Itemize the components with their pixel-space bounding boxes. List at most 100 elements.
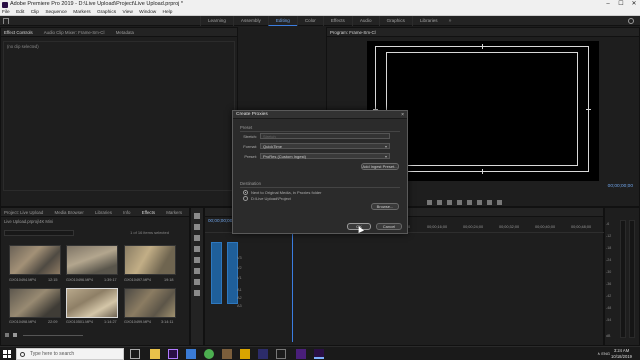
chrome-taskbar-icon[interactable] [204, 349, 214, 359]
tab-info[interactable]: Info [123, 210, 130, 215]
system-tray[interactable]: ∧ ENG [597, 351, 610, 356]
radio-next-to-original[interactable] [243, 190, 248, 195]
task-view-icon[interactable] [130, 349, 140, 359]
step-back-icon[interactable] [447, 200, 452, 205]
menu-sequence[interactable]: Sequence [45, 9, 67, 16]
ripple-edit-tool-icon[interactable] [194, 235, 200, 241]
clip-name: GX010499.MP4 [124, 320, 152, 324]
workspace-learning[interactable]: Learning [200, 16, 233, 26]
track-label-v3: V3 [237, 256, 242, 260]
mark-in-icon[interactable] [427, 200, 432, 205]
maximize-button[interactable]: ☐ [615, 0, 627, 9]
timeline-timecode[interactable]: 00;00;00;00 [208, 218, 232, 223]
dialog-close-icon[interactable]: × [401, 111, 404, 119]
workspace-editing[interactable]: Editing [267, 16, 297, 26]
export-frame-icon[interactable] [497, 200, 502, 205]
premiere-taskbar-icon[interactable] [168, 349, 178, 359]
app-taskbar-icon[interactable] [258, 349, 268, 359]
menu-window[interactable]: Window [139, 9, 156, 16]
tab-media-browser[interactable]: Media Browser [55, 210, 84, 215]
premiere-active-taskbar-icon[interactable] [314, 349, 324, 359]
app-taskbar-icon[interactable] [240, 349, 250, 359]
preset-label: Preset: [244, 154, 257, 159]
project-search-input[interactable] [4, 230, 74, 236]
mark-out-icon[interactable] [437, 200, 442, 205]
menu-help[interactable]: Help [163, 9, 173, 16]
menu-graphics[interactable]: Graphics [97, 9, 116, 16]
app-taskbar-icon[interactable] [222, 349, 232, 359]
clip-thumbnail[interactable] [9, 288, 61, 318]
track-label-a3: A3 [237, 304, 242, 308]
browse-button[interactable]: Browse... [371, 203, 399, 210]
menu-file[interactable]: File [2, 9, 10, 16]
tab-libraries[interactable]: Libraries [95, 210, 112, 215]
minimize-button[interactable]: – [602, 0, 614, 9]
tab-audio-clip-mixer[interactable]: Audio Clip Mixer: Frame-Sm-Cl [44, 30, 105, 35]
zoom-slider[interactable] [23, 335, 83, 336]
stretch-dropdown: Stretch [260, 133, 390, 139]
type-tool-icon[interactable] [194, 290, 200, 296]
clip-name: GX010496.MP4 [66, 278, 94, 282]
clip-name: GX010497.MP4 [124, 278, 152, 282]
play-icon[interactable] [457, 200, 462, 205]
ruler-label: 00;00;40;00 [535, 225, 556, 229]
pen-tool-icon[interactable] [194, 268, 200, 274]
windows-start-icon[interactable] [3, 350, 11, 358]
icon-view-icon[interactable] [13, 333, 17, 337]
hand-tool-icon[interactable] [194, 279, 200, 285]
workspace-libraries[interactable]: Libraries [411, 16, 445, 26]
menu-clip[interactable]: Clip [31, 9, 39, 16]
tab-project[interactable]: Project: Live Upload [4, 210, 43, 215]
cancel-button[interactable]: Cancel [376, 223, 402, 230]
list-view-icon[interactable] [5, 333, 9, 337]
extract-icon[interactable] [487, 200, 492, 205]
app-taskbar-icon[interactable] [186, 349, 196, 359]
file-explorer-icon[interactable] [150, 349, 160, 359]
clip-thumbnail-selected[interactable] [66, 288, 118, 318]
premiere-app-icon [2, 1, 8, 8]
preset-dropdown[interactable]: ProRes (Custom Ingest) ▾ [260, 153, 390, 159]
clip-thumbnail[interactable] [66, 245, 118, 275]
tab-program[interactable]: Program: Frame-Sm-Cl [330, 30, 376, 35]
tab-markers[interactable]: Markers [166, 210, 182, 215]
more-workspaces-icon[interactable]: » [445, 16, 456, 26]
workspace-effects[interactable]: Effects [322, 16, 352, 26]
home-icon[interactable] [3, 18, 9, 24]
title-safe-guide [386, 52, 578, 166]
selection-tool-icon[interactable] [194, 213, 200, 219]
track-select-tool-icon[interactable] [194, 224, 200, 230]
format-dropdown[interactable]: QuickTime ▾ [260, 143, 390, 149]
stretch-label: Stretch: [243, 134, 257, 139]
clip-thumbnail[interactable] [124, 245, 176, 275]
taskbar-search-input[interactable]: Type here to search [16, 348, 124, 360]
radio-custom-location[interactable] [243, 196, 248, 201]
playhead[interactable] [292, 222, 293, 342]
tab-metadata[interactable]: Metadata [116, 30, 134, 35]
menu-edit[interactable]: Edit [16, 9, 24, 16]
search-icon[interactable] [628, 18, 634, 24]
app-taskbar-icon[interactable] [276, 349, 286, 359]
lift-icon[interactable] [477, 200, 482, 205]
workspace-assembly[interactable]: Assembly [232, 16, 268, 26]
workspace-audio[interactable]: Audio [351, 16, 379, 26]
track-target-column[interactable] [211, 242, 222, 304]
step-forward-icon[interactable] [467, 200, 472, 205]
close-window-button[interactable]: ✕ [628, 0, 640, 9]
track-source-column[interactable] [227, 242, 238, 304]
workspace-color[interactable]: Color [296, 16, 323, 26]
tab-effects[interactable]: Effects [142, 210, 155, 215]
project-path: Live Upload.prproj\4K Mini [4, 219, 54, 224]
add-ingest-preset-button[interactable]: Add Ingest Preset... [361, 163, 399, 170]
taskbar-clock[interactable]: 3:24 AM 10/18/2019 [611, 348, 632, 359]
clip-thumbnail[interactable] [9, 245, 61, 275]
program-timecode[interactable]: 00;00;00;00 [608, 184, 633, 189]
razor-tool-icon[interactable] [194, 246, 200, 252]
workspace-graphics[interactable]: Graphics [378, 16, 412, 26]
tab-effect-controls[interactable]: Effect Controls [4, 30, 33, 35]
after-effects-taskbar-icon[interactable] [296, 349, 306, 359]
menu-view[interactable]: View [122, 9, 132, 16]
clip-thumbnail[interactable] [124, 288, 176, 318]
clip-duration: 12:15 [48, 278, 58, 282]
menu-markers[interactable]: Markers [73, 9, 90, 16]
slip-tool-icon[interactable] [194, 257, 200, 263]
